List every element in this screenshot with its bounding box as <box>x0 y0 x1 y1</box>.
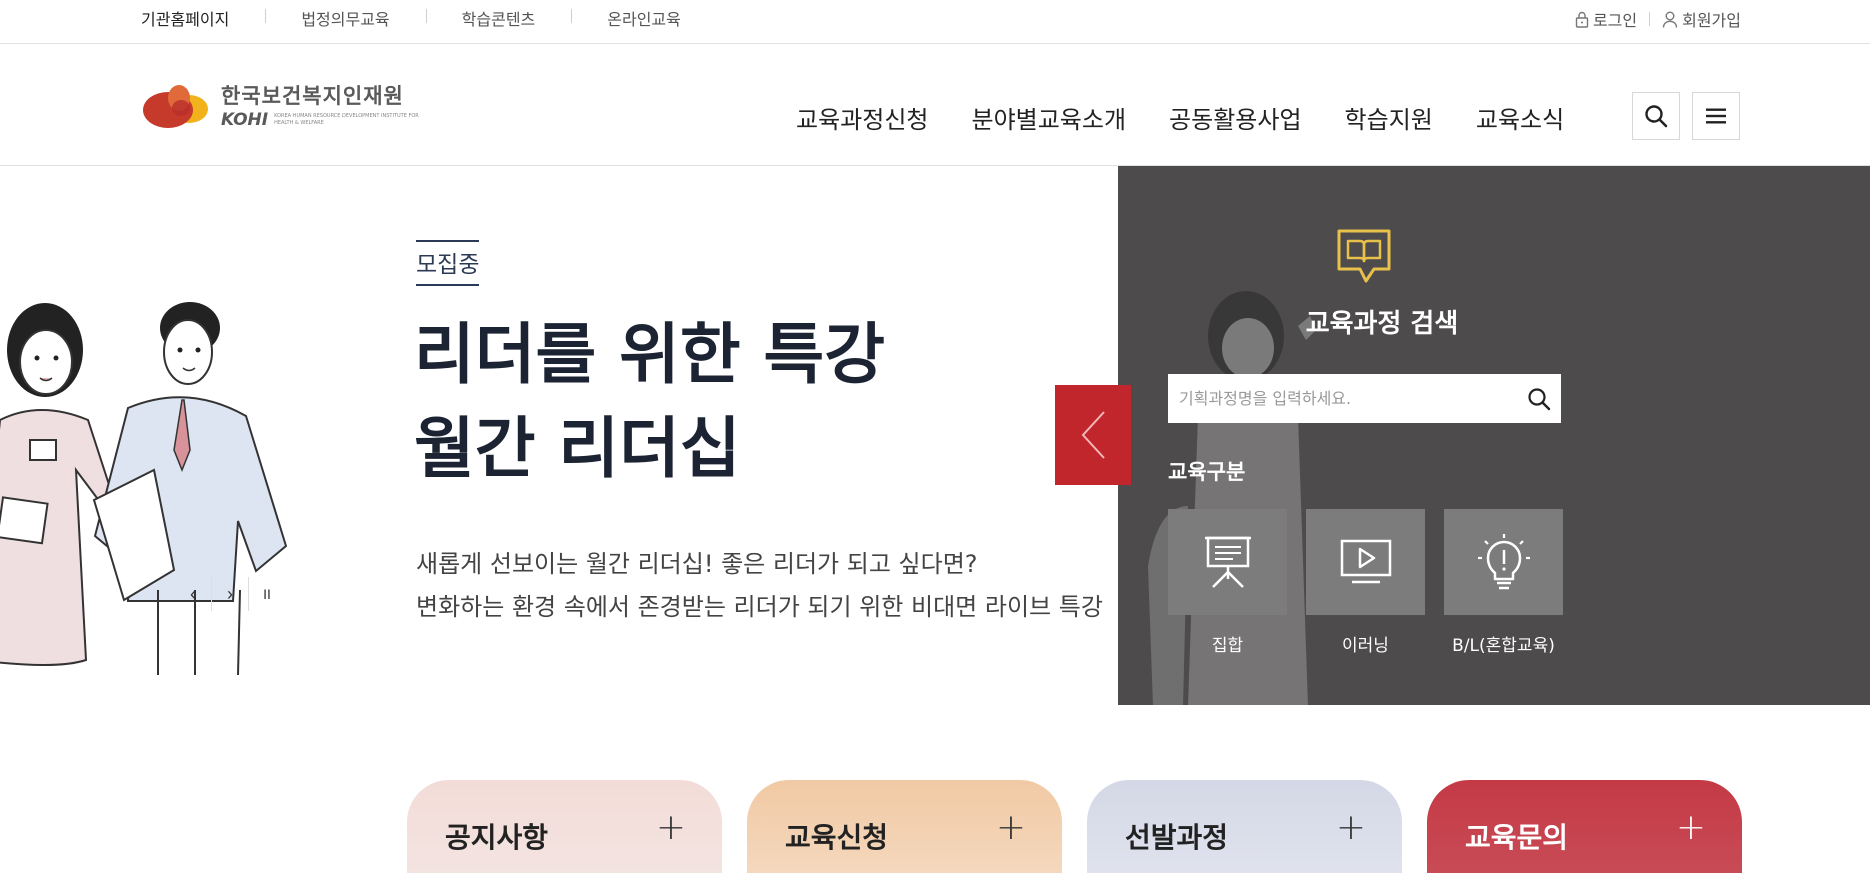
logo-english-row: KOHI KOREA HUMAN RESOURCE DEVELOPMENT IN… <box>221 110 424 130</box>
slide-next-button[interactable]: › <box>212 576 248 612</box>
chevron-left-icon <box>1081 411 1105 459</box>
logo-subtitle: KOREA HUMAN RESOURCE DEVELOPMENT INSTITU… <box>274 113 419 126</box>
quick-card-selection[interactable]: 선발과정 + <box>1087 780 1402 873</box>
member-links: 로그인 회원가입 <box>1575 0 1741 38</box>
search-icon <box>1645 105 1668 128</box>
recruiting-badge: 모집중 <box>416 240 480 286</box>
util-link-online-education[interactable]: 온라인교육 <box>571 6 717 30</box>
login-label: 로그인 <box>1592 11 1638 30</box>
hamburger-menu-icon <box>1706 108 1726 124</box>
divider <box>1649 12 1651 26</box>
type-classroom-label: 집합 <box>1211 636 1244 656</box>
type-classroom-button[interactable]: 집합 <box>1168 509 1287 656</box>
header-search-button[interactable] <box>1632 92 1680 140</box>
type-elearning-label: 이러닝 <box>1342 636 1389 656</box>
course-search-box <box>1168 374 1561 423</box>
hero-title-line2: 월간 리더십 <box>414 410 741 487</box>
quick-links: 공지사항 + 교육신청 + 선발과정 + 교육문의 + <box>407 780 1742 873</box>
util-link-institution-home[interactable]: 기관홈페이지 <box>141 6 265 30</box>
utility-bar: 기관홈페이지 법정의무교육 학습콘텐츠 온라인교육 로그인 회원가입 <box>0 0 1870 44</box>
presentation-board-icon <box>1204 536 1251 588</box>
type-elearning-button[interactable]: 이러닝 <box>1306 509 1425 656</box>
nav-course-application[interactable]: 교육과정신청 <box>796 100 928 135</box>
plus-icon: + <box>655 807 686 848</box>
type-blended-label: B/L(혼합교육) <box>1452 636 1555 656</box>
util-link-mandatory-education[interactable]: 법정의무교육 <box>265 6 425 30</box>
type-classroom-box <box>1168 509 1287 615</box>
join-label: 회원가입 <box>1682 11 1741 30</box>
hero-title: 리더를 위한 특강 월간 리더십 <box>414 308 885 496</box>
type-blended-button[interactable]: B/L(혼합교육) <box>1444 509 1563 656</box>
course-search-input[interactable] <box>1168 374 1517 423</box>
hero-desc-line1: 새롭게 선보이는 월간 리더십! 좋은 리더가 되고 싶다면? <box>416 550 978 578</box>
lock-icon <box>1575 11 1589 28</box>
plus-icon: + <box>1675 807 1706 848</box>
site-logo[interactable]: 한국보건복지인재원 KOHI KOREA HUMAN RESOURCE DEVE… <box>141 80 424 130</box>
quick-card-notice-title: 공지사항 <box>445 821 549 854</box>
slide-controls: ‹ › II <box>175 576 285 612</box>
hero-desc-line2: 변화하는 환경 속에서 존경받는 리더가 되기 위한 비대면 라이브 특강 <box>416 593 1103 621</box>
kohi-logo-mark <box>143 85 208 128</box>
util-link-learning-contents[interactable]: 학습콘텐츠 <box>425 6 572 30</box>
join-link[interactable]: 회원가입 <box>1662 7 1741 31</box>
hero-title-line1: 리더를 위한 특강 <box>414 316 885 393</box>
plus-icon: + <box>995 807 1026 848</box>
course-search-button[interactable] <box>1517 374 1561 423</box>
hero-description: 새롭게 선보이는 월간 리더십! 좋은 리더가 되고 싶다면? 변화하는 환경 … <box>416 543 1103 629</box>
type-elearning-box <box>1306 509 1425 615</box>
education-type-label: 교육구분 <box>1168 460 1246 484</box>
quick-card-inquiry[interactable]: 교육문의 + <box>1427 780 1742 873</box>
quick-card-apply-title: 교육신청 <box>785 821 889 854</box>
plus-icon: + <box>1335 807 1366 848</box>
nav-field-education[interactable]: 분야별교육소개 <box>971 100 1126 135</box>
quick-card-apply[interactable]: 교육신청 + <box>747 780 1062 873</box>
hero-banner: ‹ › II 모집중 리더를 위한 특강 월간 리더십 새롭게 선보이는 월간 … <box>0 166 1118 705</box>
banner-prev-arrow-button[interactable] <box>1055 385 1131 485</box>
login-link[interactable]: 로그인 <box>1575 7 1637 31</box>
search-icon <box>1528 387 1551 410</box>
utility-links: 기관홈페이지 법정의무교육 학습콘텐츠 온라인교육 <box>141 0 717 36</box>
logo-korean-name: 한국보건복지인재원 <box>221 84 404 108</box>
slide-pause-button[interactable]: II <box>249 576 285 612</box>
education-type-list: 집합 이러닝 B/L(혼합교육) <box>1168 509 1563 656</box>
slide-prev-button[interactable]: ‹ <box>175 576 211 612</box>
quick-card-notice[interactable]: 공지사항 + <box>407 780 722 873</box>
course-search-title: 교육과정 검색 <box>1305 309 1459 339</box>
nav-learning-support[interactable]: 학습지원 <box>1345 100 1433 135</box>
header-menu-button[interactable] <box>1692 92 1740 140</box>
quick-card-selection-title: 선발과정 <box>1125 821 1229 854</box>
logo-text: 한국보건복지인재원 KOHI KOREA HUMAN RESOURCE DEVE… <box>221 80 424 130</box>
nav-joint-projects[interactable]: 공동활용사업 <box>1169 100 1301 135</box>
main-navigation: 교육과정신청 분야별교육소개 공동활용사업 학습지원 교육소식 <box>796 100 1564 135</box>
type-blended-box <box>1444 509 1563 615</box>
video-play-icon <box>1340 539 1391 584</box>
logo-english-name: KOHI <box>221 110 269 130</box>
site-header: 한국보건복지인재원 KOHI KOREA HUMAN RESOURCE DEVE… <box>0 44 1870 166</box>
user-icon <box>1662 11 1678 28</box>
nav-education-news[interactable]: 교육소식 <box>1476 100 1564 135</box>
quick-card-inquiry-title: 교육문의 <box>1465 821 1569 854</box>
course-search-panel: 교육과정 검색 교육구분 집합 <box>1118 166 1870 705</box>
business-people-illustration <box>0 302 288 675</box>
lightbulb-icon <box>1477 534 1530 590</box>
book-speech-icon <box>1337 229 1391 283</box>
